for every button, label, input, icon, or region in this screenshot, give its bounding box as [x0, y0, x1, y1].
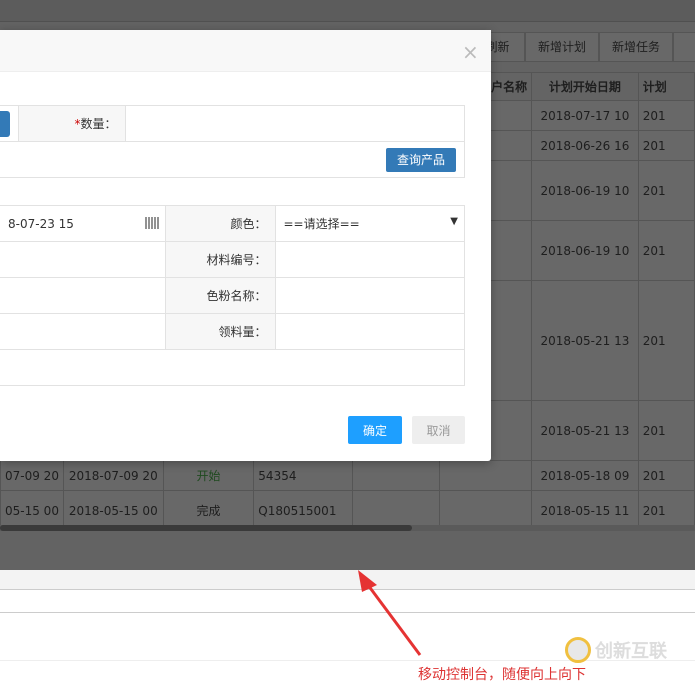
- add-plan-button[interactable]: 新增计划: [525, 32, 599, 62]
- pick-qty-input[interactable]: [274, 313, 465, 350]
- table-cell: [351, 460, 440, 491]
- calendar-icon[interactable]: [144, 217, 159, 229]
- table-cell: 2018-06-19 10: [531, 160, 639, 221]
- query-product-button[interactable]: 查询产品: [386, 147, 456, 172]
- divider: [0, 612, 695, 613]
- text-input[interactable]: [0, 277, 166, 314]
- table-cell: 201: [637, 100, 695, 131]
- table-cell: 2018-05-21 13: [531, 400, 639, 461]
- text-input[interactable]: [0, 313, 166, 350]
- table-cell: 201: [637, 280, 695, 401]
- watermark: 创新互联: [565, 637, 667, 663]
- product-form: *数量： 查询产品: [0, 105, 465, 178]
- col-header[interactable]: 计划开始日期: [531, 72, 639, 101]
- quantity-input[interactable]: [124, 105, 465, 142]
- toner-name-input[interactable]: [274, 277, 465, 314]
- col-header[interactable]: 计划: [637, 72, 695, 101]
- table-cell: 201: [637, 220, 695, 281]
- table-cell: 201: [637, 160, 695, 221]
- material-no-label: 材料编号：: [164, 241, 276, 278]
- table-row[interactable]: 07-09 20 2018-07-09 20 开始 54354 2018-05-18 0…: [0, 460, 695, 491]
- horizontal-scrollbar[interactable]: [0, 525, 695, 531]
- table-cell: 07-09 20: [0, 460, 64, 491]
- table-cell: 2018-07-09 20: [62, 460, 164, 491]
- color-label: 颜色：: [164, 205, 276, 242]
- table-cell: 2018-06-26 16: [531, 130, 639, 161]
- confirm-button[interactable]: 确定: [348, 416, 402, 444]
- scrollbar-thumb[interactable]: [0, 525, 412, 531]
- date-input[interactable]: 8-07-23 15: [0, 205, 166, 242]
- quantity-label: 数量：: [80, 117, 117, 131]
- table-cell: 2018-07-17 10: [531, 100, 639, 131]
- watermark-logo-icon: [565, 637, 591, 663]
- top-bar: [0, 0, 695, 22]
- table-cell: 201: [637, 460, 695, 491]
- console-resize-bar[interactable]: [0, 570, 695, 590]
- devtools-console[interactable]: [0, 570, 695, 681]
- color-select[interactable]: ==请选择== ▼: [274, 205, 465, 242]
- date-value: 8-07-23 15: [8, 216, 74, 231]
- toner-name-label: 色粉名称：: [164, 277, 276, 314]
- table-cell: 开始: [162, 460, 255, 491]
- annotation-caption: 移动控制台，随便向上向下: [418, 667, 586, 683]
- close-icon[interactable]: ×: [462, 40, 479, 64]
- select-product-button[interactable]: [0, 110, 10, 137]
- table-cell: [438, 460, 533, 491]
- dialog-header: ×: [0, 30, 491, 72]
- color-select-value: ==请选择==: [283, 217, 360, 231]
- table-cell: 2018-05-21 13: [531, 280, 639, 401]
- export-button[interactable]: 导: [673, 32, 695, 62]
- remark-input[interactable]: [0, 349, 465, 386]
- cancel-button[interactable]: 取消: [412, 416, 465, 444]
- table-cell: 2018-05-18 09: [531, 460, 639, 491]
- material-no-input[interactable]: [274, 241, 465, 278]
- add-task-dialog: × *数量： 查询产品 8-07-23 15 颜色： ==请选择== ▼ 材料编号…: [0, 30, 491, 461]
- add-task-button[interactable]: 新增任务: [599, 32, 673, 62]
- dropdown-arrow-icon: ▼: [450, 216, 458, 227]
- table-cell: 201: [637, 400, 695, 461]
- watermark-text: 创新互联: [595, 641, 667, 662]
- text-input[interactable]: [0, 241, 166, 278]
- table-cell: 54354: [253, 460, 353, 491]
- table-cell: 2018-06-19 10: [531, 220, 639, 281]
- task-form: 8-07-23 15 颜色： ==请选择== ▼ 材料编号： 色粉名称： 领料量：: [0, 205, 465, 386]
- table-cell: 201: [637, 130, 695, 161]
- pick-qty-label: 领料量：: [164, 313, 276, 350]
